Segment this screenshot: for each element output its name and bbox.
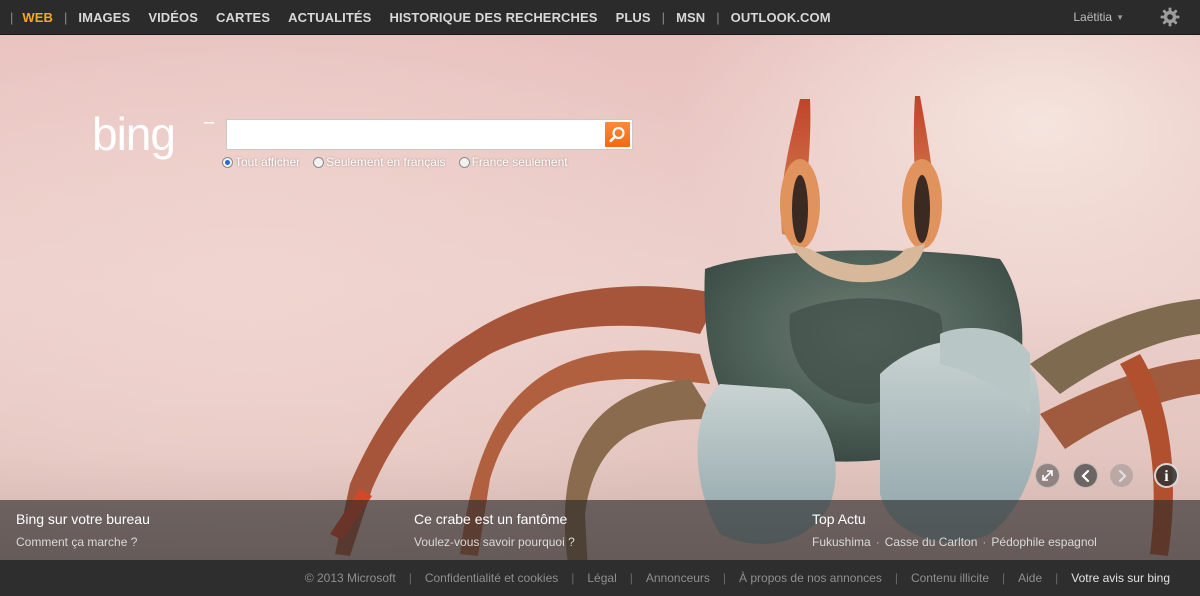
top-nav-bar: | WEB | IMAGES VIDÉOS CARTES ACTUALITÉS … [0,0,1200,35]
top-news-title[interactable]: Top Actu [812,511,1097,527]
scope-label: Seulement en français [326,155,446,169]
svg-text:i: i [1164,468,1169,485]
footer-link-advertisers[interactable]: Annonceurs [646,571,710,585]
news-separator: · [875,535,880,549]
nav-menu: | WEB | IMAGES VIDÉOS CARTES ACTUALITÉS … [0,0,840,34]
footer-links: © 2013 Microsoft | Confidentialité et co… [305,571,1200,585]
search-input[interactable] [227,120,597,149]
footer-link-help[interactable]: Aide [1018,571,1042,585]
bing-logo[interactable]: bing [92,108,216,162]
scope-label: France seulement [471,155,568,169]
nav-separator: | [716,9,720,25]
nav-item-historique[interactable]: HISTORIQUE DES RECHERCHES [380,10,606,25]
nav-separator: | [64,9,68,25]
expand-image-button[interactable] [1035,463,1060,488]
radio-button[interactable] [222,156,233,168]
next-image-button[interactable] [1109,463,1134,488]
news-item[interactable]: Casse du Carlton [885,535,978,549]
top-news: Top Actu Fukushima · Casse du Carlton · Pédo… [812,511,1097,549]
nav-item-plus[interactable]: PLUS [607,10,660,25]
image-story-title[interactable]: Ce crabe est un fantôme [414,511,575,527]
footer-separator: | [894,571,898,585]
previous-image-button[interactable] [1073,463,1098,488]
footer: © 2013 Microsoft | Confidentialité et co… [0,560,1200,596]
nav-item-msn[interactable]: MSN [667,10,714,25]
footer-link-legal[interactable]: Légal [587,571,616,585]
caret-down-icon: ▼ [1116,13,1124,22]
gear-icon[interactable] [1160,7,1180,27]
desktop-promo: Bing sur votre bureau Comment ça marche … [16,511,150,549]
scope-option-french[interactable]: Seulement en français [313,155,446,169]
scope-label: Tout afficher [235,155,301,169]
info-icon: i [1164,468,1169,485]
search-box [226,119,633,150]
search-icon [609,126,625,143]
footer-separator: | [1055,571,1059,585]
search-button[interactable] [605,122,630,147]
search-scope: Tout afficher Seulement en français Fran… [222,155,581,169]
news-item[interactable]: Fukushima [812,535,871,549]
nav-item-cartes[interactable]: CARTES [207,10,279,25]
image-info-button[interactable]: i [1154,463,1179,488]
nav-separator: | [661,9,666,25]
nav-item-outlook[interactable]: OUTLOOK.COM [722,10,840,25]
radio-button[interactable] [458,156,470,168]
footer-separator: | [722,571,727,585]
user-menu[interactable]: Laëtitia ▼ [1073,10,1124,24]
desktop-promo-title[interactable]: Bing sur votre bureau [16,511,150,527]
top-news-list: Fukushima · Casse du Carlton · Pédophile esp… [812,535,1097,549]
nav-item-images[interactable]: IMAGES [69,10,139,25]
scope-option-all[interactable]: Tout afficher [222,155,300,169]
nav-item-videos[interactable]: VIDÉOS [139,10,207,25]
desktop-promo-link[interactable]: Comment ça marche ? [16,535,150,549]
footer-separator: | [408,571,412,585]
image-story-link[interactable]: Voulez-vous savoir pourquoi ? [414,535,575,549]
footer-link-about-ads[interactable]: À propos de nos annonces [739,571,882,585]
copyright: © 2013 Microsoft [304,571,396,585]
footer-separator: | [1002,571,1006,585]
expand-icon [1042,470,1053,481]
nav-item-actualites[interactable]: ACTUALITÉS [279,10,380,25]
radio-button[interactable] [313,156,325,168]
user-name: Laëtitia [1073,10,1113,24]
news-item[interactable]: Pédophile espagnol [991,535,1096,549]
nav-item-web[interactable]: WEB [13,10,62,25]
footer-link-privacy[interactable]: Confidentialité et cookies [425,571,558,585]
news-separator: · [982,535,987,549]
image-story: Ce crabe est un fantôme Voulez-vous savo… [414,511,575,549]
chevron-right-icon [1118,469,1127,483]
footer-separator: | [629,571,633,585]
scope-option-france[interactable]: France seulement [458,155,568,169]
footer-separator: | [571,571,575,585]
svg-text:bing: bing [92,112,175,160]
footer-link-feedback[interactable]: Votre avis sur bing [1071,571,1170,585]
chevron-left-icon [1081,469,1090,483]
footer-link-illegal-content[interactable]: Contenu illicite [911,571,989,585]
info-band: Bing sur votre bureau Comment ça marche … [0,500,1200,560]
